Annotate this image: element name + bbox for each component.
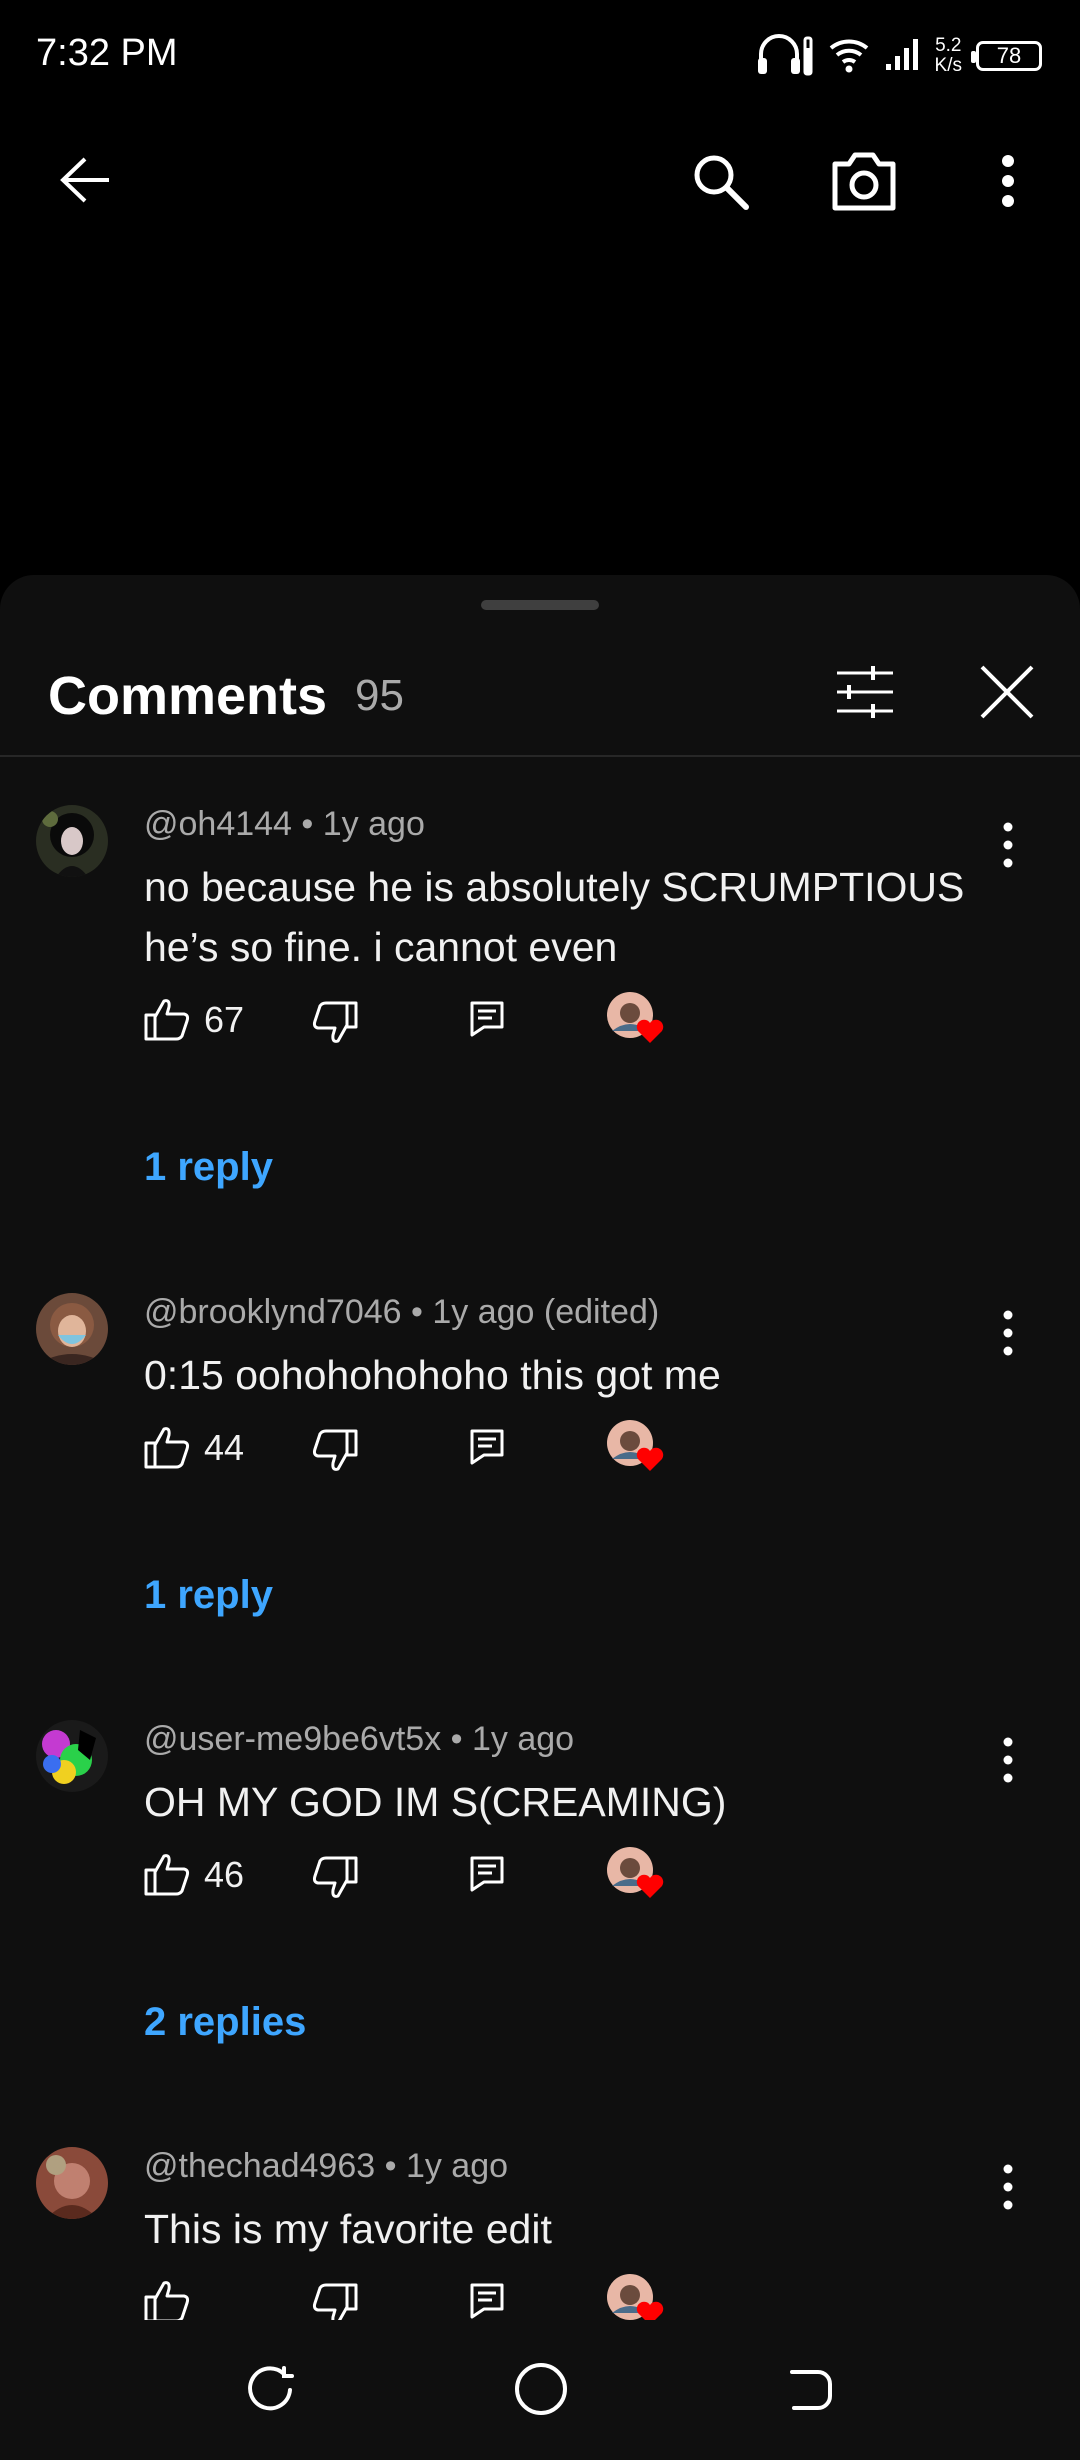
reply-icon[interactable] (470, 1856, 504, 1897)
system-nav-bar (0, 2320, 1080, 2460)
comment-text-line: no because he is absolutely SCRUMPTIOUS (144, 864, 965, 910)
comment-actions: 44 (144, 1419, 744, 1479)
comment-actions: 46 (144, 1846, 744, 1906)
thumbs-up-icon[interactable] (144, 1852, 190, 1901)
battery-level: 78 (996, 43, 1022, 68)
comment-text: OH MY GOD IM S(CREAMING) (144, 1772, 974, 1832)
avatar[interactable] (36, 2147, 108, 2219)
search-icon[interactable] (685, 148, 755, 214)
thumbs-down-icon[interactable] (312, 2283, 358, 2320)
status-time: 7:32 PM (36, 32, 178, 74)
filter-icon[interactable] (830, 657, 900, 727)
reply-icon[interactable] (470, 2283, 504, 2320)
status-icons: 5.2 K/s 78 (755, 28, 1042, 84)
comment-text-line: This is my favorite edit (144, 2206, 552, 2252)
comment-item: @thechad4963 • 1y ago This is my favorit… (0, 2147, 1080, 2320)
reply-icon[interactable] (470, 1001, 504, 1042)
battery-icon: 78 (971, 41, 1042, 71)
more-vert-icon[interactable] (990, 1303, 1026, 1363)
comment-text: 0:15 oohohohohoho this got me (144, 1345, 974, 1405)
back-gesture-icon[interactable] (780, 2360, 840, 2420)
like-count: 46 (204, 1854, 245, 1895)
speed-value: 5.2 (935, 35, 962, 56)
thumbs-up-icon[interactable] (144, 1425, 190, 1474)
reply-icon[interactable] (470, 1429, 504, 1470)
comments-count: 95 (355, 671, 404, 720)
close-icon[interactable] (972, 657, 1042, 727)
view-replies-link[interactable]: 2 replies (144, 2000, 306, 2045)
thumbs-down-icon[interactable] (312, 1001, 358, 1050)
comment-item: @user-me9be6vt5x • 1y ago OH MY GOD IM S… (0, 1720, 1080, 2080)
thumbs-up-icon[interactable] (144, 2279, 190, 2320)
like-count: 67 (204, 999, 245, 1040)
view-replies-link[interactable]: 1 reply (144, 1145, 273, 1190)
headphones-icon (755, 32, 813, 81)
wifi-icon (827, 34, 871, 79)
comments-header: Comments 95 (0, 635, 1080, 755)
more-vert-icon[interactable] (990, 148, 1026, 214)
avatar[interactable] (36, 805, 108, 877)
more-vert-icon[interactable] (990, 2157, 1026, 2217)
recents-icon[interactable] (240, 2360, 300, 2420)
comments-sheet: Comments 95 @oh4144 • 1y ago no because … (0, 575, 1080, 2320)
more-vert-icon[interactable] (990, 1730, 1026, 1790)
comment-text-line: OH MY GOD IM S(CREAMING) (144, 1779, 727, 1825)
creator-heart-icon (604, 1846, 664, 1907)
network-speed: 5.2 K/s (935, 36, 962, 76)
comment-text: This is my favorite edit (144, 2199, 974, 2259)
comment-item: @brooklynd7046 • 1y ago (edited) 0:15 oo… (0, 1293, 1080, 1653)
creator-heart-icon (604, 991, 664, 1052)
top-app-bar (0, 130, 1080, 230)
sheet-drag-handle[interactable] (481, 600, 599, 610)
view-replies-link[interactable]: 1 reply (144, 1573, 273, 1618)
comment-text: no because he is absolutely SCRUMPTIOUS … (144, 857, 974, 977)
thumbs-up-icon[interactable] (144, 997, 190, 1046)
signal-icon (885, 36, 921, 77)
more-vert-icon[interactable] (990, 815, 1026, 875)
thumbs-down-icon[interactable] (312, 1856, 358, 1905)
comment-actions: 67 (144, 991, 744, 1051)
creator-heart-icon (604, 2273, 664, 2320)
back-arrow-icon[interactable] (50, 150, 120, 210)
comments-title: Comments (48, 666, 328, 726)
header-divider (0, 755, 1080, 757)
comment-item: @oh4144 • 1y ago no because he is absolu… (0, 805, 1080, 1225)
comment-text-line: he’s so fine. i cannot even (144, 924, 618, 970)
speed-unit: K/s (934, 55, 962, 76)
avatar[interactable] (36, 1293, 108, 1365)
comment-text-line: 0:15 oohohohohoho this got me (144, 1352, 721, 1398)
comment-actions (144, 2273, 744, 2320)
comment-meta[interactable]: @brooklynd7046 • 1y ago (edited) (144, 1293, 659, 1332)
camera-icon[interactable] (826, 148, 902, 214)
creator-heart-icon (604, 1419, 664, 1480)
comment-meta[interactable]: @thechad4963 • 1y ago (144, 2147, 508, 2186)
home-icon[interactable] (510, 2358, 572, 2420)
like-count: 44 (204, 1427, 245, 1468)
avatar[interactable] (36, 1720, 108, 1792)
thumbs-down-icon[interactable] (312, 1429, 358, 1478)
status-bar: 7:32 PM 5.2 K/s 78 (0, 0, 1080, 110)
comment-meta[interactable]: @user-me9be6vt5x • 1y ago (144, 1720, 574, 1759)
comment-meta[interactable]: @oh4144 • 1y ago (144, 805, 425, 844)
